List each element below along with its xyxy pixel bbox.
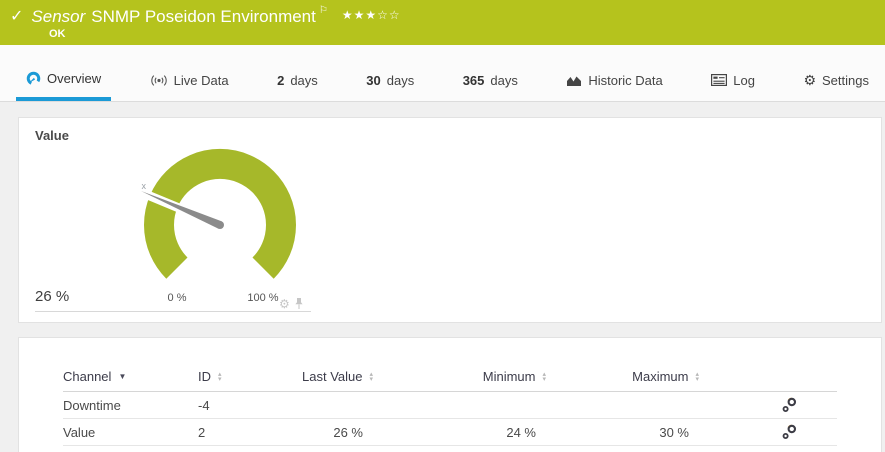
tab-number: 365 <box>462 72 485 88</box>
priority-stars[interactable]: ★★★☆☆ <box>342 8 401 22</box>
cell-minimum: 24 % <box>506 424 536 440</box>
channel-settings-icon[interactable] <box>782 424 797 440</box>
sensor-header: ✓ Sensor SNMP Poseidon Environment ⚐ ★★★… <box>0 0 885 45</box>
page-title: SNMP Poseidon Environment <box>91 7 316 26</box>
flag-icon[interactable]: ⚐ <box>319 5 328 16</box>
tab-label: days <box>290 72 318 88</box>
tab-label: Live Data <box>173 72 229 88</box>
tab-label: days <box>490 72 518 88</box>
gauge-needle-label: x <box>142 181 147 191</box>
tab-label: Overview <box>47 70 102 86</box>
header-label: ID <box>198 369 211 384</box>
sensor-type-label: Sensor <box>31 7 86 26</box>
gauge-settings-gear-icon[interactable]: ⚙ <box>279 298 290 310</box>
status-badge: OK <box>49 28 66 40</box>
live-data-icon <box>151 74 167 86</box>
sort-icons: ▴ ▾ <box>695 370 699 383</box>
tab-overview[interactable]: Overview <box>16 45 112 101</box>
tab-2-days[interactable]: 2 days <box>267 45 328 101</box>
cell-maximum: 30 % <box>659 424 689 440</box>
tab-number: 2 <box>277 72 285 88</box>
tab-live-data[interactable]: Live Data <box>140 45 239 101</box>
tab-365-days[interactable]: 365 days <box>453 45 528 101</box>
gear-icon: ⚙ <box>803 72 816 88</box>
status-check-icon: ✓ <box>10 8 24 25</box>
channel-table: Channel ▼ ID ▴ ▾ Last Value ▴ ▾ Minimum ▴ ▾… <box>19 362 881 446</box>
tab-historic-data[interactable]: Historic Data <box>556 45 672 101</box>
cell-channel[interactable]: Value <box>63 425 198 440</box>
gauge-arc <box>144 149 296 279</box>
tab-log[interactable]: Log <box>701 45 765 101</box>
star-filled-icons[interactable]: ★★★ <box>342 8 377 22</box>
gauge-scale-min: 0 % <box>167 292 187 304</box>
cell-last-value: 26 % <box>333 424 363 440</box>
cell-channel[interactable]: Downtime <box>63 398 198 413</box>
tab-number: 30 <box>366 72 381 88</box>
header-maximum[interactable]: Maximum ▴ ▾ <box>546 369 699 384</box>
table-row-value: Value 2 26 % 24 % 30 % <box>63 419 837 446</box>
tab-label: Log <box>733 72 755 88</box>
tab-30-days[interactable]: 30 days <box>356 45 424 101</box>
cell-id: -4 <box>198 397 210 413</box>
sort-icons: ▴ ▾ <box>218 370 222 383</box>
channel-settings-icon[interactable] <box>782 397 797 413</box>
pin-icon[interactable] <box>294 297 304 310</box>
gauge-current-value: 26 % <box>35 288 70 305</box>
tab-label: days <box>386 72 415 88</box>
tab-bar: Overview Live Data 2 days 30 days 365 da… <box>0 45 885 102</box>
header-id[interactable]: ID ▴ ▾ <box>198 369 278 384</box>
tab-settings[interactable]: ⚙ Settings <box>793 45 879 101</box>
sensor-page: ✓ Sensor SNMP Poseidon Environment ⚐ ★★★… <box>0 0 885 452</box>
cell-id: 2 <box>198 424 206 440</box>
historic-chart-icon <box>567 76 582 86</box>
sort-desc-icon: ▼ <box>118 372 127 381</box>
table-row-downtime: Downtime -4 <box>63 392 837 419</box>
header-minimum[interactable]: Minimum ▴ ▾ <box>373 369 546 384</box>
channel-table-panel: Channel ▼ ID ▴ ▾ Last Value ▴ ▾ Minimum ▴ ▾… <box>18 337 882 452</box>
gauge-divider <box>35 311 311 312</box>
gauge-icon <box>26 71 41 85</box>
header-label: Maximum <box>632 369 689 384</box>
header-channel[interactable]: Channel ▼ <box>63 369 198 384</box>
table-header-row: Channel ▼ ID ▴ ▾ Last Value ▴ ▾ Minimum ▴ ▾… <box>63 362 837 392</box>
gauge-title: Value <box>35 128 69 143</box>
header-last-value[interactable]: Last Value ▴ ▾ <box>278 369 373 384</box>
gauge-panel: Value x 0 % 100 % 26 % ⚙ <box>18 117 882 323</box>
tab-label: Historic Data <box>588 72 663 88</box>
star-empty-icons[interactable]: ☆☆ <box>377 8 401 22</box>
tab-label: Settings <box>822 72 869 88</box>
gauge-chart: x <box>140 149 296 279</box>
log-icon <box>711 74 728 86</box>
header-label: Channel <box>63 369 112 384</box>
header-label: Minimum <box>482 369 536 384</box>
header-label: Last Value <box>302 369 363 384</box>
